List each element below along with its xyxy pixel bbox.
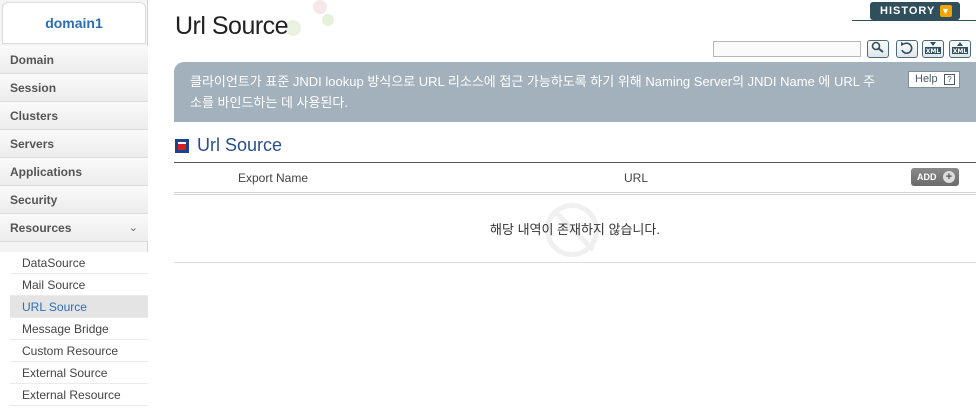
- decor-dot: [313, 0, 327, 14]
- help-button[interactable]: Help ?: [908, 71, 960, 88]
- submenu-item-url-source[interactable]: URL Source: [10, 296, 148, 318]
- column-header-url: URL: [624, 171, 649, 185]
- menu-item-servers[interactable]: Servers: [0, 130, 148, 158]
- submenu-item-external-source[interactable]: External Source: [10, 362, 148, 384]
- main-menu: Domain Session Clusters Servers Applicat…: [0, 46, 148, 242]
- empty-message: 해당 내역이 존재하지 않습니다.: [490, 222, 660, 237]
- menu-label: Clusters: [10, 109, 59, 123]
- sidebar: domain1 Domain Session Clusters Servers …: [0, 0, 148, 408]
- history-button[interactable]: HISTORY ▼: [870, 2, 960, 20]
- decor-dot: [322, 14, 334, 26]
- submenu-item-custom-resource[interactable]: Custom Resource: [10, 340, 148, 362]
- search-input[interactable]: [713, 41, 861, 57]
- column-header-export-name: Export Name: [238, 171, 309, 185]
- menu-item-resources[interactable]: Resources ⌄: [0, 214, 148, 242]
- section-title: Url Source: [197, 135, 283, 155]
- submenu-item-external-resource[interactable]: External Resource: [10, 384, 148, 406]
- domain-name[interactable]: domain1: [2, 2, 146, 44]
- submenu-item-message-bridge[interactable]: Message Bridge: [10, 318, 148, 340]
- xml-export-icon[interactable]: XML: [922, 40, 944, 58]
- search-icon[interactable]: [867, 40, 889, 58]
- svg-text:XML: XML: [953, 48, 968, 55]
- refresh-icon[interactable]: [896, 40, 918, 58]
- description-panel: 클라이언트가 표준 JNDI lookup 방식으로 URL 리소스에 접근 가…: [174, 62, 976, 122]
- history-label: HISTORY: [880, 5, 936, 17]
- menu-label: Applications: [10, 165, 83, 179]
- chevron-down-icon: ▼: [940, 5, 952, 17]
- resources-submenu: DataSource Mail Source URL Source Messag…: [0, 252, 148, 408]
- menu-item-domain[interactable]: Domain: [0, 46, 148, 74]
- table-header: Export Name URL: [174, 163, 976, 192]
- submenu-item-datasource[interactable]: DataSource: [10, 252, 148, 274]
- add-label: ADD: [917, 172, 937, 182]
- menu-label: Session: [10, 81, 57, 95]
- description-text: 클라이언트가 표준 JNDI lookup 방식으로 URL 리소스에 접근 가…: [190, 74, 876, 110]
- add-button[interactable]: ADD +: [911, 168, 959, 186]
- table-header-divider: [174, 192, 976, 195]
- menu-item-session[interactable]: Session: [0, 74, 148, 102]
- plus-icon: +: [943, 171, 955, 183]
- xml-import-icon[interactable]: XML: [949, 40, 971, 58]
- question-icon: ?: [944, 74, 955, 85]
- divider: [852, 20, 976, 21]
- submenu-item-mail-source[interactable]: Mail Source: [10, 274, 148, 296]
- menu-item-applications[interactable]: Applications: [0, 158, 148, 186]
- menu-item-clusters[interactable]: Clusters: [0, 102, 148, 130]
- table-bottom-border: [174, 262, 976, 263]
- help-label: Help: [915, 73, 938, 85]
- page-title: Url Source: [175, 12, 289, 40]
- menu-label: Security: [10, 193, 58, 207]
- section-flag-icon: [175, 139, 189, 153]
- svg-text:XML: XML: [926, 48, 941, 55]
- menu-label: Resources: [10, 221, 72, 235]
- menu-label: Servers: [10, 137, 55, 151]
- menu-item-security[interactable]: Security: [0, 186, 148, 214]
- menu-label: Domain: [10, 53, 55, 67]
- chevron-down-icon: ⌄: [128, 222, 138, 234]
